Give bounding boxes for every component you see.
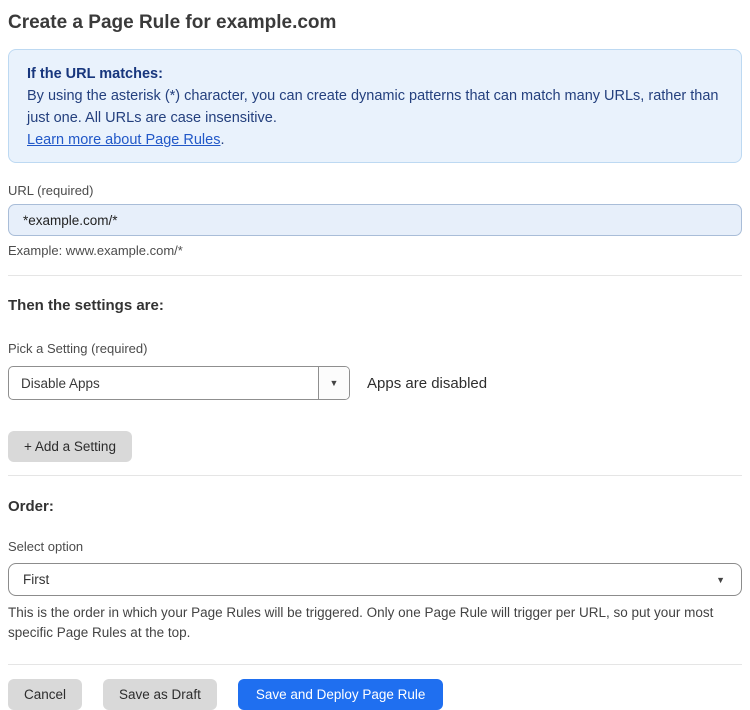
url-field-helper: Example: www.example.com/* <box>8 243 183 258</box>
setting-status-text: Apps are disabled <box>367 374 488 392</box>
save-as-draft-button[interactable]: Save as Draft <box>103 679 217 710</box>
info-box-body: By using the asterisk (*) character, you… <box>27 88 719 126</box>
setting-select-value: Disable Apps <box>21 375 100 391</box>
order-section-heading: Order: <box>8 498 54 515</box>
info-box-heading: If the URL matches: <box>27 66 163 82</box>
add-setting-button[interactable]: + Add a Setting <box>8 431 132 462</box>
page-title: Create a Page Rule for example.com <box>8 12 337 33</box>
setting-picker-row: Disable Apps ▼ Apps are disabled <box>8 366 742 400</box>
url-input[interactable] <box>8 204 742 236</box>
link-period: . <box>220 132 225 148</box>
caret-down-icon: ▼ <box>716 574 725 585</box>
page-rule-form: Create a Page Rule for example.com If th… <box>0 9 750 710</box>
url-match-info-box: If the URL matches: By using the asteris… <box>8 49 742 163</box>
chevron-down-icon[interactable]: ▼ <box>318 367 349 399</box>
cancel-button[interactable]: Cancel <box>8 679 83 710</box>
order-select[interactable]: First ▼ <box>8 563 742 596</box>
order-select-value: First <box>23 572 50 587</box>
info-box-link-line: Learn more about Page Rules. <box>27 129 723 151</box>
divider <box>8 664 742 665</box>
order-select-label: Select option <box>8 539 84 554</box>
learn-more-link[interactable]: Learn more about Page Rules <box>27 132 220 148</box>
settings-section-heading: Then the settings are: <box>8 297 164 314</box>
setting-picker-label: Pick a Setting (required) <box>8 341 148 356</box>
order-helper-text: This is the order in which your Page Rul… <box>8 605 714 640</box>
divider <box>8 275 742 276</box>
url-field-label: URL (required) <box>8 183 94 198</box>
setting-select[interactable]: Disable Apps ▼ <box>8 366 350 400</box>
save-and-deploy-button[interactable]: Save and Deploy Page Rule <box>237 679 444 710</box>
footer-actions: Cancel Save as Draft Save and Deploy Pag… <box>8 679 742 710</box>
divider <box>8 475 742 476</box>
